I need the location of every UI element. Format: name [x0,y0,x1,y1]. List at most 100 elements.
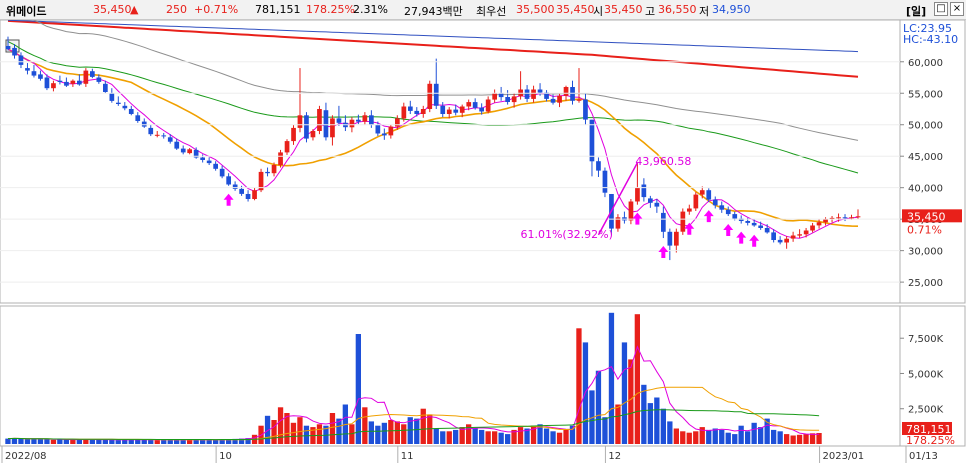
volume-bar [719,429,725,444]
open-price: 35,450 [604,3,643,16]
candle-body [103,83,108,92]
candle-body [284,141,290,153]
candle-body [291,127,296,142]
high-label: 고 [645,5,656,18]
volume-bar [563,429,569,444]
volume-bar [751,422,757,444]
best-quote-label: 최우선 [476,5,507,18]
candle-body [485,99,491,112]
low-price: 34,950 [712,3,751,16]
volume-bar [50,439,57,444]
candle-body [31,71,37,76]
volume-bar [31,438,37,444]
volume-bar [109,439,115,444]
volume-bar [89,439,95,444]
peak-value-label: 43,960.58 [635,155,691,168]
window-restore-icon[interactable]: □ [934,2,948,16]
candle-body [648,198,653,203]
volume-bar [206,439,212,444]
candle-body [433,83,439,106]
volume-bar [187,439,193,444]
candle-body [38,74,43,79]
trade-amount: 27,943백만 [404,5,463,18]
candle-body [427,83,433,109]
candle-body [304,115,309,139]
volume-bar [680,431,686,444]
volume-bar [115,440,121,444]
candle-body [771,232,776,240]
volume-bar [316,424,323,444]
volume-bar [595,370,602,444]
date-tick-label: 01/13 [909,451,938,462]
price-change: 250 [166,3,187,16]
candle-body [310,131,316,138]
volume-bar [641,384,647,444]
candle-body [70,80,76,84]
candle-body [167,137,173,142]
candle-body [524,89,530,99]
date-tick-label: 2022/08 [5,451,47,462]
price-change-percent: +0.71% [194,3,239,16]
candle-body [252,190,257,199]
volume-bar [401,424,407,444]
candle-body [401,106,407,119]
retracement-label: 61.01%(32.92%) [520,228,612,241]
volume-bar [63,439,69,444]
candle-body [699,190,705,195]
candle-body [777,239,783,243]
candle-body [725,209,731,215]
candle-body [408,106,413,111]
price-tick-label: 25,000 [908,278,943,289]
candle-body [479,107,484,112]
volume-bar [290,422,297,444]
volume-bar [96,439,102,444]
candle-body [135,115,141,121]
price-tick-label: 30,000 [908,247,943,258]
candle-body [336,118,342,123]
candle-body [116,102,121,104]
date-tick-label: 12 [608,451,621,462]
price-tick-label: 45,000 [908,152,943,163]
candle-body [362,115,368,122]
candle-body [440,105,446,114]
candle-body [641,184,647,198]
candle-body [219,168,225,177]
candle-body [492,93,497,100]
stock-name[interactable]: 위메이드 [6,3,46,19]
volume-bar [5,438,11,444]
current-price: 35,450 [93,3,132,16]
price-tick-label: 55,000 [908,89,943,100]
volume-bar [161,439,167,444]
candle-body [790,235,796,239]
candle-body [654,202,660,207]
candle-body [855,216,861,218]
volume-bar [37,439,44,444]
volume-bar [738,425,744,444]
candle-body [323,110,329,138]
candle-body [356,119,361,122]
volume-bar [277,407,284,444]
candle-body [576,99,582,101]
stock-chart[interactable]: 60,00055,00050,00045,00040,00035,00030,0… [0,20,966,463]
volume-tick-label: 5,000K [908,369,944,380]
change-up-icon: ▲ [130,3,139,16]
volume-bar [11,438,18,444]
candle-body [180,148,186,153]
volume-bar [271,420,277,444]
volume-bar [174,439,180,444]
window-close-icon[interactable]: × [950,2,964,16]
candle-body [596,161,601,171]
candle-body [187,149,192,154]
volume-bar [440,431,446,444]
volume-bar [758,427,764,444]
candle-body [459,106,465,113]
volume-ratio: 178.25% [306,3,355,16]
date-tick-label: 11 [401,451,414,462]
candle-body [213,163,218,169]
period-label[interactable]: [일] [906,3,926,19]
candle-body [661,212,666,232]
volume-bar [796,434,803,444]
candle-body [12,47,17,56]
candle-body [25,68,30,71]
candle-body [128,109,134,114]
